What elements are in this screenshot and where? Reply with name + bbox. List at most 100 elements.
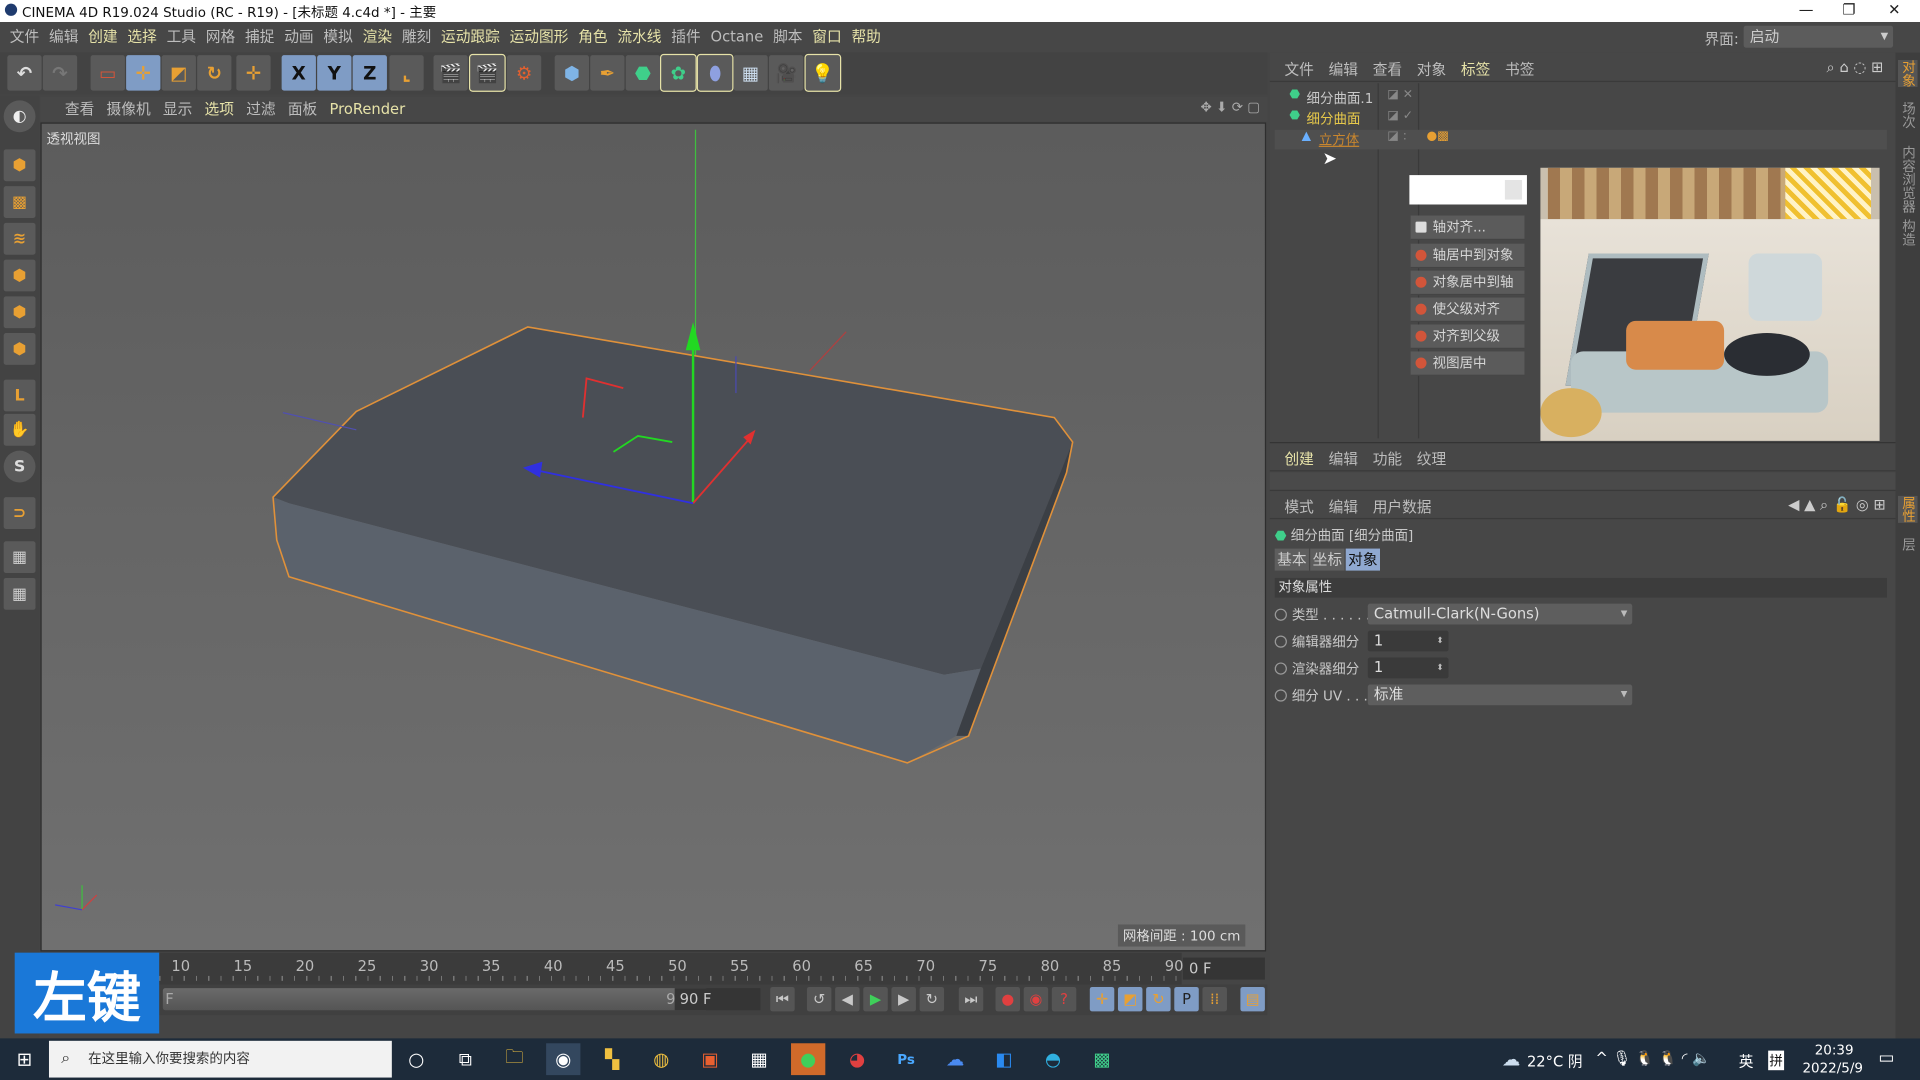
axis-mode-button[interactable]: L [3,379,36,412]
interface-select[interactable]: 启动 ▼ [1743,25,1894,48]
object-row[interactable]: ▲ 立方体 ◪ : ●▩ [1274,129,1887,150]
side-tab[interactable]: 场次 [1898,102,1918,129]
coordinate-system-button[interactable]: ⌞ [389,55,424,91]
weather-icon[interactable]: ☁ [1494,1043,1528,1075]
timeline-window-button[interactable]: ▤ [1240,986,1265,1012]
dropdown-field[interactable]: Catmull-Clark(N-Gons) ▼ [1367,603,1633,625]
create-bar-item[interactable]: 功能 [1373,448,1402,469]
menu-item[interactable]: 插件 [671,22,700,53]
baidu-netdisk-icon[interactable]: ☁ [938,1043,972,1075]
viewport-menu-item[interactable]: 过滤 [246,97,275,121]
animate-radio[interactable] [1274,635,1287,648]
snap-button[interactable]: S [3,450,36,483]
go-to-end-button[interactable]: ⏭ [958,986,984,1012]
object-name[interactable]: 细分曲面 [1307,109,1361,129]
menu-item[interactable]: 选择 [127,22,156,53]
ime-indicator[interactable]: 拼 [1768,1050,1785,1071]
office-icon[interactable]: ▣ [693,1043,727,1075]
object-manager-menu-item[interactable]: 标签 [1461,59,1490,80]
app-icon[interactable]: ▚ [595,1043,629,1075]
stepper-icon[interactable]: ⬍ [1436,658,1443,679]
animate-radio[interactable] [1274,689,1287,702]
taskbar-search-input[interactable]: ⌕ 在这里输入你要搜索的内容 [48,1040,392,1078]
attribute-tab[interactable]: 坐标 [1310,548,1345,571]
dropdown-field[interactable]: 标准 ▼ [1367,684,1633,706]
viewport-menu-item[interactable]: 查看 [65,97,94,121]
chrome-icon[interactable]: ◕ [840,1043,874,1075]
frame-range-slider[interactable]: F 90 F [162,988,708,1011]
task-view-icon[interactable]: ⧉ [448,1043,482,1075]
key-parameter-button[interactable]: P [1174,986,1199,1012]
render-settings-button[interactable]: ⚙ [506,55,542,91]
object-name[interactable]: 立方体 [1319,130,1359,150]
cortana-icon[interactable]: ○ [399,1043,433,1075]
create-bar-item[interactable]: 创建 [1284,448,1313,469]
menu-item[interactable]: 运动跟踪 [441,22,500,53]
workplane-grid-button[interactable]: ▦ [3,541,36,574]
polygons-mode-button[interactable]: ⬢ [3,333,36,365]
app-icon-3[interactable]: ◧ [987,1043,1021,1075]
viewport-menu-item[interactable]: 选项 [205,97,234,121]
create-bar-item[interactable]: 纹理 [1417,448,1446,469]
end-frame-field[interactable]: 90 F [674,988,761,1011]
material-tag-icon[interactable]: ●▩ [1427,130,1449,143]
scale-tool-button[interactable]: ◩ [161,55,196,91]
gizmo-y-handle[interactable] [685,322,701,351]
play-button[interactable]: ▶ [863,986,888,1012]
subdivision-surface-button[interactable]: ⬣ [625,55,661,91]
animate-radio[interactable] [1274,662,1287,675]
texture-mode-button[interactable]: ▩ [3,186,36,218]
number-field[interactable]: 1 ⬍ [1367,657,1449,679]
next-frame-button[interactable]: ▶ [891,986,916,1012]
object-name[interactable]: 细分曲面.1 [1307,88,1374,108]
object-manager-menu-item[interactable]: 文件 [1284,59,1313,80]
menu-item[interactable]: 运动图形 [510,22,569,53]
keyframe-selection-button[interactable]: ? [1051,986,1077,1012]
workplane-button[interactable]: ≋ [3,222,36,255]
viewport-menu-item[interactable]: 显示 [163,97,192,121]
context-menu-item[interactable]: 视图居中 [1410,351,1525,376]
light-button[interactable]: 💡 [804,53,842,92]
perspective-viewport[interactable]: 透视视图 网格间距 : 100 cm [40,122,1267,952]
key-pla-button[interactable]: ⁞⁞ [1202,986,1227,1012]
clock-date[interactable]: 2022/5/9 [1802,1060,1862,1076]
side-tab[interactable]: 对象 [1897,60,1918,87]
number-field[interactable]: 1 ⬍ [1367,630,1449,652]
tray-chevron-icon[interactable]: ^ 🎙 🐧 🐧 ◜ 🔈 [1596,1049,1711,1066]
y-axis-button[interactable]: Y [317,55,352,91]
floor-button[interactable]: ▦ [733,55,768,91]
notification-icon[interactable]: ▭ [1878,1048,1894,1068]
key-rotation-button[interactable]: ↻ [1146,986,1171,1012]
maximize-button[interactable]: ❐ [1831,1,1868,18]
minimize-button[interactable]: — [1788,1,1825,18]
recent-tool-button[interactable]: ✛ [236,55,271,91]
context-menu-item[interactable]: 对象居中到轴 [1410,270,1525,296]
visibility-toggle-icon[interactable]: ◪ : [1387,130,1407,143]
menu-item[interactable]: Octane [711,22,764,53]
viewport-nav-icons[interactable]: ✥ ⬇ ⟳ ▢ [1201,99,1260,115]
viewport-menu-item[interactable]: ProRender [330,97,406,121]
menu-item[interactable]: 模拟 [323,22,352,53]
menu-item[interactable]: 文件 [10,22,39,53]
key-scale-button[interactable]: ◩ [1117,986,1143,1012]
menu-item[interactable]: 渲染 [363,22,392,53]
close-button[interactable]: ✕ [1876,1,1913,18]
object-manager-menu-item[interactable]: 查看 [1373,59,1402,80]
rotate-tool-button[interactable]: ↻ [197,55,232,91]
stepper-icon[interactable]: ⬍ [1436,631,1443,652]
attribute-menu-item[interactable]: 用户数据 [1373,496,1432,517]
menu-item[interactable]: 角色 [578,22,607,53]
menu-item[interactable]: 动画 [284,22,313,53]
windows-start-icon[interactable]: ⊞ [7,1043,41,1075]
tweak-mode-button[interactable]: ✋ [3,413,36,446]
attribute-menu-item[interactable]: 编辑 [1329,496,1358,517]
menu-item[interactable]: 帮助 [851,22,880,53]
auto-keying-button[interactable]: ◉ [1023,986,1049,1012]
calculator-icon[interactable]: ▦ [742,1043,776,1075]
dropdown-arrow-icon[interactable]: ▼ [1621,604,1628,625]
undo-button[interactable]: ↶ [7,55,42,91]
create-bar-item[interactable]: 编辑 [1329,448,1358,469]
menu-item[interactable]: 脚本 [773,22,802,53]
x-axis-button[interactable]: X [281,55,316,91]
deformer-button[interactable]: ⬮ [696,53,734,92]
